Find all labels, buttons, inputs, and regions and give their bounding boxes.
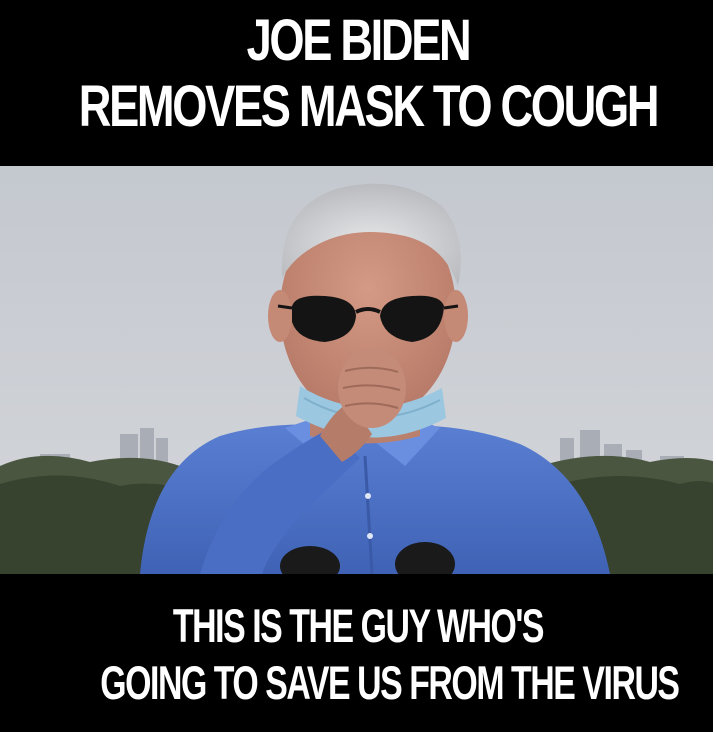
photo	[0, 166, 716, 574]
bottom-caption-line-1: THIS IS THE GUY WHO'S	[172, 599, 545, 652]
top-caption-line-2: REMOVES MASK TO COUGH	[78, 74, 660, 139]
shirt-button	[365, 493, 371, 499]
shirt-button	[367, 533, 373, 539]
right-ear	[444, 290, 468, 342]
top-caption-line-1: JOE BIDEN	[246, 8, 472, 73]
top-caption: JOE BIDEN REMOVES MASK TO COUGH	[0, 12, 716, 162]
left-ear	[268, 290, 292, 342]
photo-illustration	[0, 166, 716, 574]
bottom-caption: THIS IS THE GUY WHO'S GOING TO SAVE US F…	[0, 602, 716, 722]
bottom-caption-line-2: GOING TO SAVE US FROM THE VIRUS	[100, 656, 680, 709]
meme-image: JOE BIDEN REMOVES MASK TO COUGH THIS IS …	[0, 0, 716, 732]
